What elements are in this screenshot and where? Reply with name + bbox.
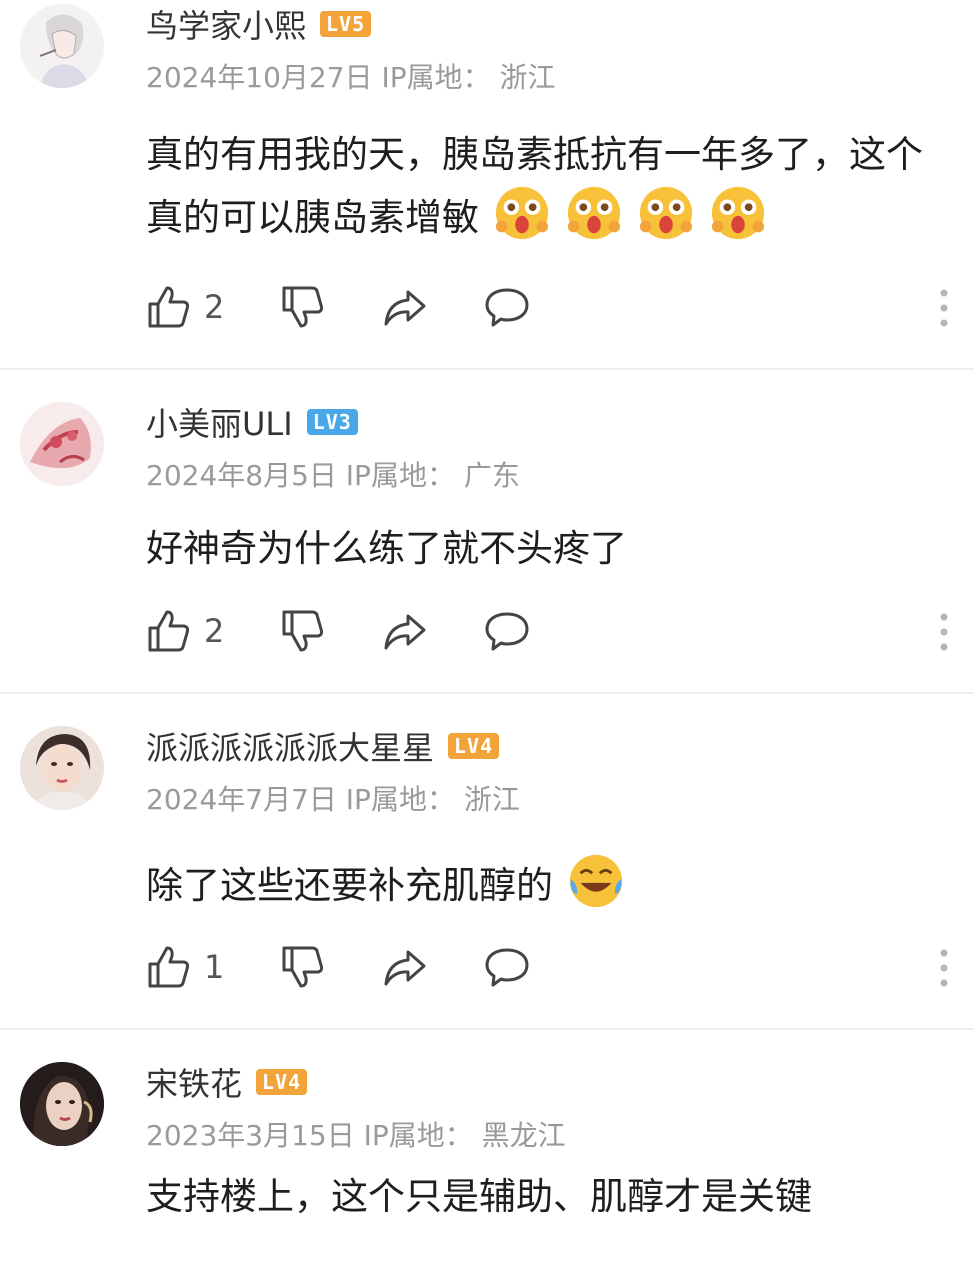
username[interactable]: 小美丽ULI xyxy=(146,399,293,445)
comment-item: 宋铁花 LV4 2023年3月15日 IP属地： 黑龙江 支持楼上，这个只是辅助… xyxy=(0,1040,974,1280)
ip-location: 浙江 xyxy=(499,61,556,94)
starstruck-emoji xyxy=(495,186,549,240)
thumbs-up-icon xyxy=(148,610,190,652)
comment-actions: 2 xyxy=(146,284,586,330)
share-icon xyxy=(384,950,426,986)
more-icon[interactable] xyxy=(934,288,954,328)
comment-text-block: 支持楼上，这个只是辅助、肌醇才是关键 xyxy=(146,1168,934,1226)
comment-text: 除了这些还要补充肌醇的 xyxy=(146,864,553,907)
like-button[interactable]: 2 xyxy=(146,284,224,330)
starstruck-emoji xyxy=(711,186,765,240)
comment-date: 2023年3月15日 xyxy=(146,1119,355,1152)
share-button[interactable] xyxy=(382,284,428,330)
ip-location: 黑龙江 xyxy=(481,1119,566,1152)
dislike-button[interactable] xyxy=(280,284,326,330)
reply-icon xyxy=(485,948,529,987)
comment-text-block: 除了这些还要补充肌醇的 xyxy=(146,852,934,915)
more-icon[interactable] xyxy=(934,948,954,988)
thumbs-down-icon xyxy=(282,610,324,652)
level-badge: LV3 xyxy=(306,409,358,435)
comment-date: 2024年7月7日 xyxy=(146,783,337,816)
username[interactable]: 宋铁花 xyxy=(146,1059,242,1105)
ip-location: 浙江 xyxy=(463,783,520,816)
more-icon[interactable] xyxy=(934,612,954,652)
comment-actions: 2 xyxy=(146,608,586,654)
comment-actions: 1 xyxy=(146,944,586,990)
reply-button[interactable] xyxy=(484,944,530,990)
comment-text-block: 好神奇为什么练了就不头疼了 xyxy=(146,520,934,578)
comment-date: 2024年10月27日 xyxy=(146,61,373,94)
comment-text: 支持楼上，这个只是辅助、肌醇才是关键 xyxy=(146,1175,812,1218)
comment-text-block: 真的有用我的天，胰岛素抵抗有一年多了，这个真的可以胰岛素增敏 xyxy=(146,126,934,247)
username[interactable]: 派派派派派派大星星 xyxy=(146,723,434,769)
reply-icon xyxy=(485,288,529,327)
share-icon xyxy=(384,614,426,650)
divider xyxy=(0,1028,974,1030)
like-count: 1 xyxy=(204,948,225,986)
avatar[interactable] xyxy=(20,4,104,88)
comment-meta: 2024年10月27日 IP属地： 浙江 xyxy=(146,56,556,96)
share-button[interactable] xyxy=(382,608,428,654)
reply-icon xyxy=(485,612,529,651)
level-badge: LV4 xyxy=(256,1069,308,1095)
divider xyxy=(0,368,974,370)
username[interactable]: 鸟学家小熙 xyxy=(146,1,306,47)
comment-meta: 2024年8月5日 IP属地： 广东 xyxy=(146,454,520,494)
level-badge: LV4 xyxy=(448,733,500,759)
avatar[interactable] xyxy=(20,402,104,486)
comment-text: 好神奇为什么练了就不头疼了 xyxy=(146,527,627,570)
divider xyxy=(0,692,974,694)
laughing-tears-emoji xyxy=(569,854,623,908)
dislike-button[interactable] xyxy=(280,944,326,990)
like-button[interactable]: 1 xyxy=(146,944,224,990)
like-button[interactable]: 2 xyxy=(146,608,224,654)
share-button[interactable] xyxy=(382,944,428,990)
comment-item: 鸟学家小熙 LV5 2024年10月27日 IP属地： 浙江 真的有用我的天，胰… xyxy=(0,0,974,370)
avatar[interactable] xyxy=(20,1062,104,1146)
like-count: 2 xyxy=(204,288,225,326)
thumbs-up-icon xyxy=(148,946,190,988)
ip-label: IP属地： xyxy=(345,459,455,492)
ip-label: IP属地： xyxy=(381,61,491,94)
reply-button[interactable] xyxy=(484,284,530,330)
ip-label: IP属地： xyxy=(363,1119,473,1152)
level-badge: LV5 xyxy=(320,11,372,37)
comment-item: 派派派派派派大星星 LV4 2024年7月7日 IP属地： 浙江 除了这些还要补… xyxy=(0,704,974,1028)
thumbs-up-icon xyxy=(148,286,190,328)
comment-date: 2024年8月5日 xyxy=(146,459,337,492)
reply-button[interactable] xyxy=(484,608,530,654)
starstruck-emoji xyxy=(639,186,693,240)
thumbs-down-icon xyxy=(282,946,324,988)
thumbs-down-icon xyxy=(282,286,324,328)
ip-location: 广东 xyxy=(463,459,520,492)
ip-label: IP属地： xyxy=(345,783,455,816)
dislike-button[interactable] xyxy=(280,608,326,654)
like-count: 2 xyxy=(204,612,225,650)
share-icon xyxy=(384,290,426,326)
comment-meta: 2024年7月7日 IP属地： 浙江 xyxy=(146,778,520,818)
comment-meta: 2023年3月15日 IP属地： 黑龙江 xyxy=(146,1114,566,1154)
starstruck-emoji xyxy=(567,186,621,240)
avatar[interactable] xyxy=(20,726,104,810)
comment-item: 小美丽ULI LV3 2024年8月5日 IP属地： 广东 好神奇为什么练了就不… xyxy=(0,380,974,692)
